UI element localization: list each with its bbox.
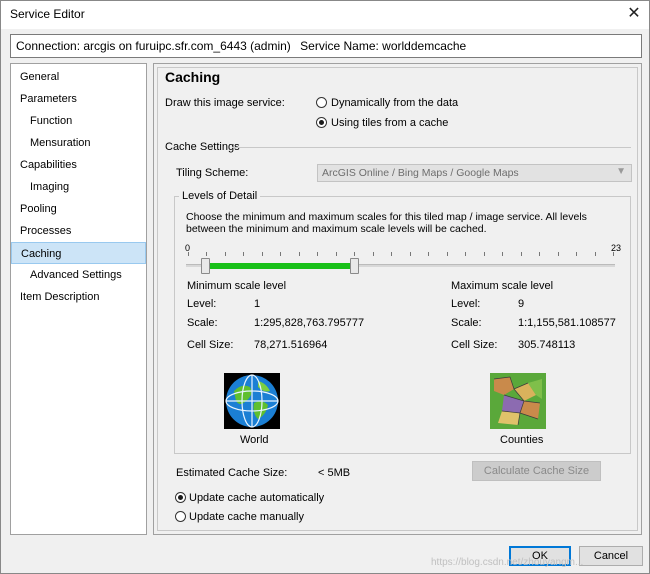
window-title: Service Editor [10, 7, 85, 21]
slider-tick [447, 252, 448, 256]
radio-tiles[interactable] [316, 117, 327, 128]
slider-tick [243, 252, 244, 256]
tiling-scheme-select[interactable]: ArcGIS Online / Bing Maps / Google Maps … [317, 164, 632, 182]
slider-tick [391, 252, 392, 256]
max-level-value: 9 [518, 298, 525, 310]
slider-tick [317, 252, 318, 256]
radio-dynamic[interactable] [316, 97, 327, 108]
sidebar-item-processes[interactable]: Processes [11, 220, 146, 242]
counties-map-icon [490, 373, 546, 429]
scale-slider-range [206, 263, 355, 269]
min-scale-title: Minimum scale level [187, 280, 287, 292]
calculate-cache-size-button[interactable]: Calculate Cache Size [472, 461, 601, 481]
slider-max-handle[interactable] [350, 258, 360, 274]
sidebar-item-caching[interactable]: Caching [11, 242, 146, 264]
globe-icon [224, 373, 280, 429]
min-cell-value: 78,271.516964 [254, 339, 328, 351]
title-bar: Service Editor ✕ [1, 1, 649, 29]
slider-tick [188, 252, 189, 256]
slider-tick [502, 252, 503, 256]
sidebar: General Parameters Function Mensuration … [10, 63, 147, 535]
radio-update-manual[interactable] [175, 511, 186, 522]
sidebar-item-function[interactable]: Function [11, 110, 146, 132]
chevron-down-icon: ▼ [616, 166, 626, 177]
caching-panel: Caching Draw this image service: Dynamic… [153, 63, 642, 535]
slider-tick [373, 252, 374, 256]
sidebar-item-item-description[interactable]: Item Description [11, 286, 146, 308]
radio-tiles-label[interactable]: Using tiles from a cache [331, 117, 448, 129]
slider-min-handle[interactable] [201, 258, 211, 274]
slider-tick [280, 252, 281, 256]
min-cell-label: Cell Size: [187, 339, 234, 351]
min-level-label: Level: [187, 298, 217, 310]
slider-tick [521, 252, 522, 256]
tiling-scheme-value: ArcGIS Online / Bing Maps / Google Maps [322, 167, 519, 179]
slider-tick [465, 252, 466, 256]
cancel-button[interactable]: Cancel [579, 546, 643, 566]
sidebar-item-imaging[interactable]: Imaging [11, 176, 146, 198]
min-scale-label: Scale: [187, 317, 218, 329]
radio-update-auto[interactable] [175, 492, 186, 503]
close-icon[interactable]: ✕ [625, 5, 643, 23]
slider-tick [428, 252, 429, 256]
slider-tick [336, 252, 337, 256]
sidebar-item-advanced-settings[interactable]: Advanced Settings [11, 264, 146, 286]
sidebar-item-parameters[interactable]: Parameters [11, 88, 146, 110]
min-scale-value: 1:295,828,763.795777 [254, 317, 365, 329]
cache-settings-heading: Cache Settings [165, 141, 240, 153]
sidebar-item-capabilities[interactable]: Capabilities [11, 154, 146, 176]
sidebar-item-pooling[interactable]: Pooling [11, 198, 146, 220]
connection-text: Connection: arcgis on furuipc.sfr.com_64… [16, 39, 291, 53]
estimated-size-label: Estimated Cache Size: [176, 467, 288, 479]
slider-tick [225, 252, 226, 256]
slider-tick [539, 252, 540, 256]
cache-settings-divider [232, 147, 631, 148]
connection-bar: Connection: arcgis on furuipc.sfr.com_64… [10, 34, 642, 58]
slider-tick [558, 252, 559, 256]
draw-service-label: Draw this image service: [165, 97, 285, 109]
estimated-size-value: < 5MB [318, 467, 351, 479]
max-preview-caption: Counties [500, 434, 544, 446]
radio-dynamic-label[interactable]: Dynamically from the data [331, 97, 458, 109]
slider-tick [595, 252, 596, 256]
service-editor-window: Service Editor ✕ Connection: arcgis on f… [0, 0, 650, 574]
min-preview-caption: World [240, 434, 269, 446]
slider-tick [484, 252, 485, 256]
slider-tick [206, 252, 207, 256]
max-cell-label: Cell Size: [451, 339, 498, 351]
sidebar-item-general[interactable]: General [11, 66, 146, 88]
max-level-label: Level: [451, 298, 481, 310]
radio-update-auto-label[interactable]: Update cache automatically [189, 492, 324, 504]
max-cell-value: 305.748113 [518, 339, 576, 351]
slider-tick [299, 252, 300, 256]
watermark-text: https://blog.csdn.net/zhouyangm... [431, 557, 584, 568]
radio-update-manual-label[interactable]: Update cache manually [189, 511, 304, 523]
slider-tick [613, 252, 614, 256]
levels-of-detail-label: Levels of Detail [179, 190, 261, 202]
page-title: Caching [165, 69, 221, 85]
slider-tick [354, 252, 355, 256]
slider-tick [576, 252, 577, 256]
min-level-value: 1 [254, 298, 261, 310]
service-name-text: Service Name: worlddemcache [300, 39, 467, 53]
slider-tick [262, 252, 263, 256]
max-scale-value: 1:1,155,581.108577 [518, 317, 616, 329]
slider-tick [410, 252, 411, 256]
sidebar-item-mensuration[interactable]: Mensuration [11, 132, 146, 154]
tiling-scheme-label: Tiling Scheme: [176, 167, 249, 179]
lod-description: Choose the minimum and maximum scales fo… [186, 211, 587, 235]
max-scale-title: Maximum scale level [451, 280, 554, 292]
max-scale-label: Scale: [451, 317, 482, 329]
